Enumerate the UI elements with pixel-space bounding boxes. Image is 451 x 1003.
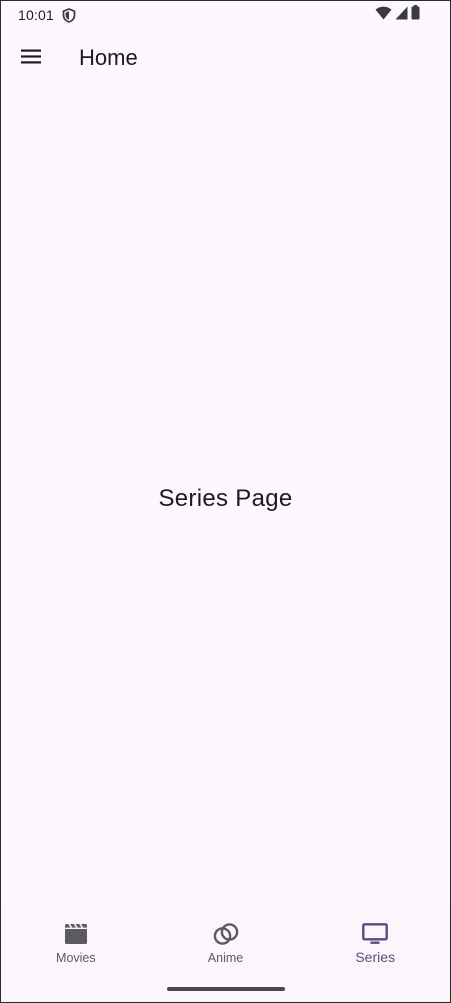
menu-icon xyxy=(21,49,41,69)
nav-label-anime: Anime xyxy=(207,951,244,965)
tv-icon xyxy=(362,922,389,946)
status-time: 10:01 xyxy=(18,7,55,23)
status-bar: 10:01 xyxy=(1,1,450,29)
shield-icon xyxy=(62,8,76,23)
nav-label-series: Series xyxy=(355,949,396,965)
app-screen: 10:01 Home Series Page Movies Anime Seri… xyxy=(0,0,451,1003)
nav-item-movies[interactable]: Movies xyxy=(1,909,151,1002)
wifi-icon xyxy=(375,6,392,25)
signal-icon xyxy=(395,6,408,25)
clapperboard-icon xyxy=(63,922,89,946)
status-icons xyxy=(375,5,420,25)
main-content: Series Page xyxy=(1,89,450,909)
top-app-bar: Home xyxy=(1,29,450,89)
battery-icon xyxy=(411,5,420,25)
nav-label-movies: Movies xyxy=(56,951,96,965)
series-page-label: Series Page xyxy=(158,485,293,512)
page-title: Home xyxy=(79,45,138,70)
rings-icon xyxy=(213,922,239,946)
menu-button[interactable] xyxy=(11,39,51,79)
nav-item-series[interactable]: Series xyxy=(300,909,450,1002)
gesture-navigation-handle[interactable] xyxy=(167,987,285,991)
